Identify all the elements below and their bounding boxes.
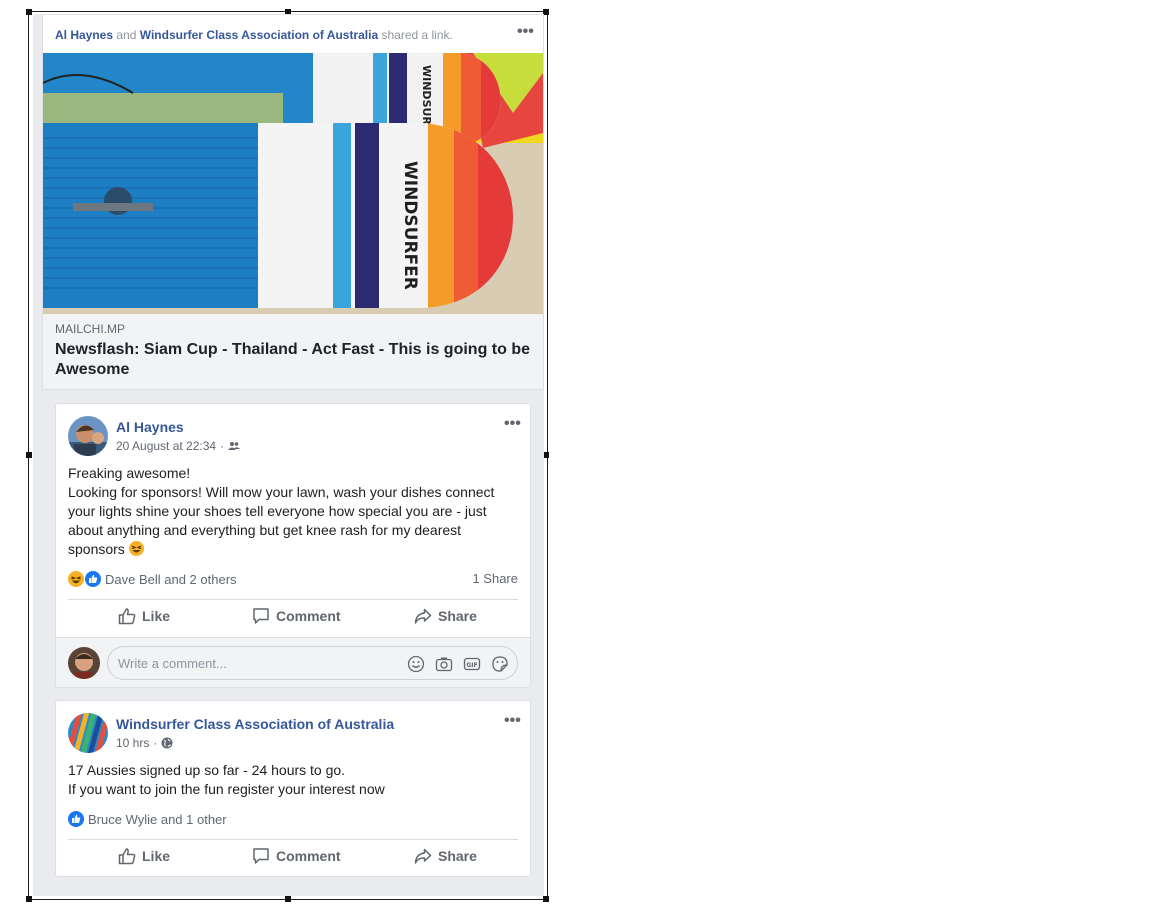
share-button[interactable]: Share: [414, 847, 477, 865]
reaction-names[interactable]: Bruce Wylie and 1 other: [88, 812, 227, 827]
comment-bubble-icon: [253, 608, 269, 624]
composer-icons: GIF: [407, 655, 509, 673]
share-connector: and: [116, 28, 137, 42]
author-name[interactable]: Al Haynes: [116, 419, 184, 435]
post-meta: 10 hrs ·: [116, 736, 173, 750]
comment-input[interactable]: Write a comment... GIF: [107, 646, 518, 680]
gif-icon[interactable]: GIF: [463, 655, 481, 673]
post-line: Looking for sponsors! Will mow your lawn…: [68, 484, 495, 500]
share-arrow-icon: [414, 848, 432, 864]
reaction-names[interactable]: Dave Bell and 2 others: [105, 572, 237, 587]
more-options-icon[interactable]: •••: [504, 416, 521, 432]
resize-handle-top-left[interactable]: [26, 9, 32, 15]
camera-icon[interactable]: [435, 655, 453, 673]
windsurf-boards-illustration: WINDSURFER WINDSURFER: [43, 53, 543, 314]
more-options-icon[interactable]: •••: [504, 713, 521, 729]
meta-separator: ·: [220, 439, 225, 453]
reaction-summary[interactable]: Dave Bell and 2 others: [68, 571, 237, 587]
svg-text:GIF: GIF: [466, 662, 477, 669]
resize-handle-bottom-left[interactable]: [26, 896, 32, 902]
globe-icon[interactable]: [161, 737, 173, 749]
share-header: Al Haynes and Windsurfer Class Associati…: [55, 28, 453, 42]
meta-separator: ·: [153, 736, 158, 750]
link-title[interactable]: Newsflash: Siam Cup - Thailand - Act Fas…: [55, 340, 535, 380]
link-preview-meta[interactable]: MAILCHI.MP Newsflash: Siam Cup - Thailan…: [43, 314, 543, 390]
comment-placeholder: Write a comment...: [118, 656, 227, 671]
post-meta: 20 August at 22:34 ·: [116, 439, 241, 453]
emoji-icon[interactable]: [407, 655, 425, 673]
reaction-summary[interactable]: Bruce Wylie and 1 other: [68, 811, 227, 827]
like-button[interactable]: Like: [118, 847, 170, 865]
brand-text-bottom: WINDSURFER: [400, 161, 420, 290]
link-domain: MAILCHI.MP: [55, 322, 126, 336]
comment-composer: Write a comment... GIF: [56, 637, 530, 687]
share-count[interactable]: 1 Share: [472, 571, 518, 586]
friends-icon[interactable]: [228, 441, 241, 451]
timestamp[interactable]: 20 August at 22:34: [116, 439, 216, 453]
like-label: Like: [142, 608, 171, 624]
divider: [68, 599, 518, 600]
share-button[interactable]: Share: [414, 607, 477, 625]
share-arrow-icon: [414, 608, 432, 624]
share-label: Share: [438, 848, 477, 864]
post-line: If you want to join the fun register you…: [68, 781, 385, 797]
comment-label: Comment: [276, 848, 341, 864]
post-line-last: sponsors: [68, 540, 508, 559]
avatar[interactable]: [68, 713, 108, 753]
post-line: your lights shine your shoes tell everyo…: [68, 503, 487, 519]
post-body: 17 Aussies signed up so far - 24 hours t…: [68, 761, 508, 799]
like-label: Like: [142, 848, 171, 864]
haha-reaction-icon: [68, 571, 84, 587]
avatar[interactable]: [68, 416, 108, 456]
more-options-icon[interactable]: •••: [517, 24, 534, 40]
post-line: sponsors: [68, 541, 125, 557]
laughing-emoji-icon: [128, 541, 144, 556]
comment-card-al-haynes: Al Haynes 20 August at 22:34 · ••• Freak…: [55, 403, 531, 688]
post-line: Freaking awesome!: [68, 465, 191, 481]
link-preview-image[interactable]: WINDSURFER WINDSURFER: [43, 53, 543, 314]
comment-button[interactable]: Comment: [252, 847, 341, 865]
author-name[interactable]: Windsurfer Class Association of Australi…: [116, 716, 394, 732]
comment-button[interactable]: Comment: [252, 607, 341, 625]
thumbs-up-icon: [118, 848, 136, 865]
post-line: about anything and everything but get kn…: [68, 522, 462, 538]
like-button[interactable]: Like: [118, 607, 170, 625]
divider: [68, 839, 518, 840]
comment-label: Comment: [276, 608, 341, 624]
post-line: 17 Aussies signed up so far - 24 hours t…: [68, 762, 346, 778]
resize-handle-bottom-right[interactable]: [543, 896, 549, 902]
sticker-icon[interactable]: [491, 655, 509, 673]
comment-card-windsurfer-class: Windsurfer Class Association of Australi…: [55, 700, 531, 877]
actor-link-al-haynes[interactable]: Al Haynes: [55, 28, 113, 42]
timestamp[interactable]: 10 hrs: [116, 736, 149, 750]
resize-handle-bottom-center[interactable]: [285, 896, 291, 902]
actor-link-windsurfer-class[interactable]: Windsurfer Class Association of Australi…: [140, 28, 378, 42]
post-body: Freaking awesome! Looking for sponsors! …: [68, 464, 508, 559]
comment-bubble-icon: [253, 848, 269, 864]
share-action-text: shared a link.: [381, 28, 453, 42]
thumbs-up-icon: [118, 608, 136, 625]
share-label: Share: [438, 608, 477, 624]
like-reaction-icon: [85, 571, 101, 587]
avatar[interactable]: [68, 647, 100, 679]
like-reaction-icon: [68, 811, 84, 827]
resize-handle-mid-left[interactable]: [26, 452, 32, 458]
